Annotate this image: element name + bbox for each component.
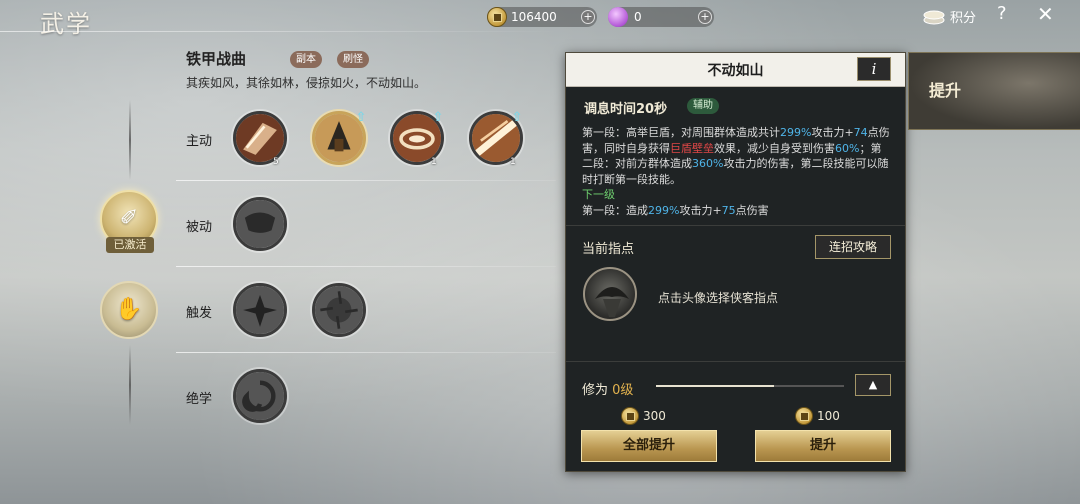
- locked-badge[interactable]: ✋: [100, 281, 158, 339]
- burst-icon: [236, 286, 284, 334]
- skill-level: 1: [510, 157, 516, 167]
- decor-line: [129, 100, 131, 180]
- cost-value: 300: [643, 409, 666, 423]
- cost-upgrade-all: 300: [621, 407, 666, 425]
- portrait-hint: 点击头像选择侠客指点: [658, 291, 779, 305]
- cultivation-expand-button[interactable]: ▲: [855, 374, 891, 396]
- skill-set-name: 铁甲战曲: [186, 50, 247, 68]
- skill-set-description: 其疾如风，其徐如林，侵掠如火，不动如山。: [186, 76, 427, 90]
- gem-amount: 0: [634, 10, 642, 24]
- role-tag: 辅助: [687, 98, 719, 114]
- coin-amount: 106400: [511, 10, 557, 24]
- next-level-heading: 下一级: [582, 188, 615, 201]
- score-icon: [923, 10, 945, 24]
- decor-line: [129, 345, 131, 425]
- score-label: 积分: [950, 11, 977, 26]
- desc-text: 第一段：高举巨盾，对周围群体造成共计: [582, 126, 780, 139]
- avatar-icon: [595, 287, 629, 317]
- caret-up-icon: ▲: [868, 378, 878, 391]
- swirl-icon: [236, 372, 284, 420]
- row-divider: [176, 266, 556, 267]
- desc-text: 效果，减少自身受到伤害: [714, 141, 835, 155]
- tab-upgrade-label: 提升: [929, 81, 962, 100]
- desc-value: 299%: [780, 126, 812, 139]
- label-trigger: 触发: [186, 306, 213, 321]
- panel-divider: [566, 225, 905, 226]
- cultivation-label: 修为 0级: [582, 379, 633, 398]
- page-title: 武学: [40, 10, 92, 38]
- desc-text: 攻击力+: [811, 126, 854, 139]
- desc-value: 74: [853, 126, 868, 139]
- tag-dungeon: 副本: [290, 51, 322, 68]
- cultivation-progress-fill: [656, 385, 775, 387]
- upgrade-arrow-icon: ⇧: [511, 110, 523, 125]
- skill-ultimate-1[interactable]: [233, 369, 287, 423]
- activated-label: 已激活: [106, 237, 154, 253]
- armor-icon: [236, 200, 284, 248]
- cost-upgrade: 100: [795, 407, 840, 425]
- title-divider: [0, 31, 560, 32]
- gem-icon: [608, 7, 628, 27]
- skill-level: 5: [273, 157, 279, 167]
- skill-trigger-2[interactable]: [312, 283, 366, 337]
- row-divider: [176, 180, 556, 181]
- cooldown-text: 调息时间20秒: [584, 102, 668, 117]
- coin-icon: [487, 7, 507, 27]
- desc-text: 攻击力+: [679, 203, 722, 217]
- label-active: 主动: [186, 134, 213, 149]
- current-tip-label: 当前指点: [582, 242, 635, 257]
- tag-farming: 刷怪: [337, 51, 369, 68]
- combo-guide-button[interactable]: 连招攻略: [815, 235, 891, 259]
- panel-title: 不动如山: [707, 63, 764, 79]
- desc-value: 75: [721, 203, 736, 217]
- fan-icon: ✐: [119, 206, 139, 231]
- desc-value: 360%: [692, 157, 724, 170]
- add-gems-button[interactable]: +: [698, 10, 712, 24]
- close-icon[interactable]: ✕: [1037, 2, 1054, 26]
- panel-divider: [566, 361, 905, 362]
- skill-detail-panel: 不动如山 i 调息时间20秒 辅助 第一段：高举巨盾，对周围群体造成共计299%…: [565, 52, 906, 472]
- add-coins-button[interactable]: +: [581, 10, 595, 24]
- shield-slash-icon: [236, 114, 284, 162]
- desc-value: 60%: [835, 141, 860, 155]
- upgrade-button[interactable]: 提升: [755, 430, 891, 462]
- label-ultimate: 绝学: [186, 392, 213, 407]
- explosion-icon: [315, 286, 363, 334]
- hand-icon: ✋: [115, 297, 143, 322]
- desc-text: 第一段：造成: [582, 203, 648, 217]
- cultivation-text: 修为: [582, 383, 609, 398]
- coin-counter: 106400 +: [487, 7, 597, 27]
- row-divider: [176, 352, 556, 353]
- cost-value: 100: [817, 409, 840, 423]
- coin-icon: [795, 407, 813, 425]
- cultivation-level: 0级: [612, 383, 634, 398]
- upgrade-arrow-icon: ⇧: [355, 110, 367, 125]
- mentor-portrait[interactable]: [583, 267, 637, 321]
- tab-upgrade[interactable]: 提升: [908, 52, 1080, 130]
- help-icon[interactable]: ?: [997, 3, 1007, 24]
- desc-buff: 巨盾壁垒: [670, 141, 714, 155]
- desc-text: 点伤害: [735, 203, 769, 217]
- gem-counter: 0 +: [608, 7, 714, 27]
- desc-value: 299%: [648, 203, 680, 217]
- upgrade-all-button[interactable]: 全部提升: [581, 430, 717, 462]
- skill-passive-1[interactable]: [233, 197, 287, 251]
- cultivation-progress: [656, 385, 844, 387]
- coin-icon: [621, 407, 639, 425]
- info-button[interactable]: i: [857, 57, 891, 81]
- label-passive: 被动: [186, 220, 213, 235]
- skill-description[interactable]: 第一段：高举巨盾，对周围群体造成共计299%攻击力+74点伤害，同时自身获得巨盾…: [582, 125, 890, 221]
- skill-level: 1: [431, 157, 437, 167]
- upgrade-arrow-icon: ⇧: [432, 110, 444, 125]
- skill-trigger-1[interactable]: [233, 283, 287, 337]
- panel-header: 不动如山 i: [566, 53, 905, 87]
- score-button[interactable]: 积分: [922, 7, 976, 26]
